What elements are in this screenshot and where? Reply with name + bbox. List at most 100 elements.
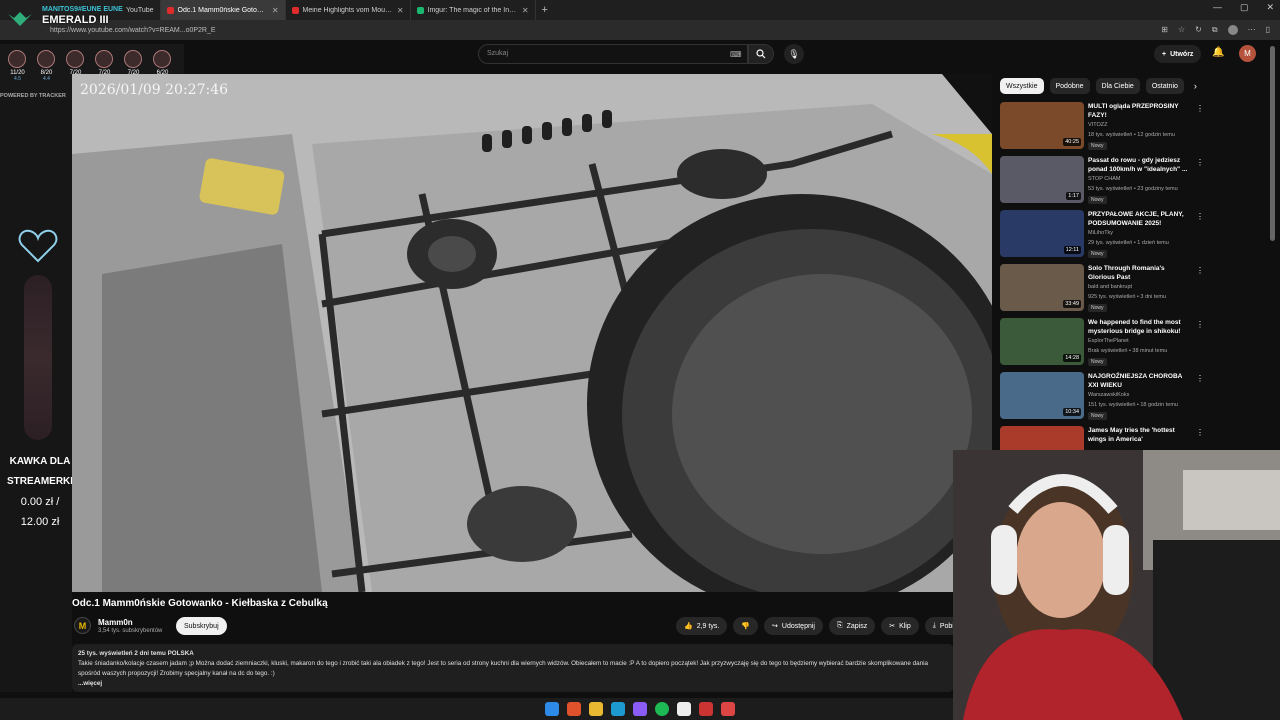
tab-label: Odc.1 Mamm0ńskie Gotowanko	[177, 6, 268, 14]
new-tab-button[interactable]: +	[536, 4, 554, 16]
recommendation-item[interactable]: 1:17 Passat do rowu - gdy jedziesz ponad …	[1000, 156, 1205, 210]
refresh-icon[interactable]: ↻	[1195, 25, 1202, 35]
more-options-icon[interactable]: ⋮	[1196, 212, 1204, 221]
edge-icon[interactable]	[611, 702, 625, 716]
champion-icon	[37, 50, 55, 68]
donation-amount: 0.00 zł / 12.00 zł	[4, 492, 76, 532]
tab-youtube[interactable]: YouTube	[120, 0, 161, 20]
video-thumbnail[interactable]: 10:34	[1000, 372, 1084, 419]
extensions-icon[interactable]: ⧉	[1212, 25, 1218, 35]
related-filter-chips: Wszystkie Podobne Dla Ciebie Ostatnio ›	[1000, 78, 1197, 94]
more-options-icon[interactable]: ⋮	[1196, 158, 1204, 167]
clip-button[interactable]: ✂ Klip	[881, 617, 919, 635]
thumbs-up-icon: 👍	[684, 623, 693, 630]
description-box[interactable]: 25 tys. wyświetleń 2 dni temu POLSKA Tak…	[72, 644, 954, 692]
keyboard-icon[interactable]: ⌨	[730, 50, 742, 59]
recommendation-title[interactable]: MULTI ogląda PRZEPROSINY FAZY!	[1088, 102, 1192, 120]
video-thumbnail[interactable]: 12:11	[1000, 210, 1084, 257]
more-options-icon[interactable]: ⋮	[1196, 374, 1204, 383]
sidebar-toggle-icon[interactable]: ▯	[1266, 25, 1270, 35]
close-window-icon[interactable]: ✕	[1266, 2, 1274, 13]
video-duration: 40:25	[1063, 138, 1081, 146]
install-icon[interactable]: ⊞	[1161, 25, 1168, 35]
more-options-icon[interactable]: ⋮	[1196, 266, 1204, 275]
minimize-icon[interactable]: —	[1213, 2, 1222, 13]
recommendation-item[interactable]: 10:34 NAJGROŹNIEJSZA CHOROBA XXI WIEKU War…	[1000, 372, 1205, 426]
recommendation-channel[interactable]: bald and bankrupt	[1088, 284, 1132, 290]
browser-tab-bar: YouTube Odc.1 Mamm0ńskie Gotowanko ✕ Mein…	[0, 0, 1280, 20]
donation-current: 0.00 zł /	[20, 496, 60, 508]
start-icon[interactable]	[545, 702, 559, 716]
more-options-icon[interactable]: ⋮	[1196, 104, 1204, 113]
champion-score: 4.5	[14, 76, 21, 82]
bookmark-star-icon[interactable]: ☆	[1178, 25, 1185, 35]
champion-icon	[95, 50, 113, 68]
recommendation-item[interactable]: 12:11 PRZYPAŁOWE AKCJE, PLANY, PODSUMOWAN…	[1000, 210, 1205, 264]
chip-for-you[interactable]: Dla Ciebie	[1095, 78, 1140, 94]
new-badge: Nowy	[1088, 142, 1107, 150]
screen: YouTube Odc.1 Mamm0ńskie Gotowanko ✕ Mein…	[0, 0, 1280, 720]
chip-recent[interactable]: Ostatnio	[1145, 78, 1184, 94]
voice-search-button[interactable]: 🎙	[784, 44, 804, 64]
channel-avatar[interactable]: M	[74, 617, 91, 634]
recommendation-title[interactable]: We happened to find the most mysterious …	[1088, 318, 1192, 336]
notion-icon[interactable]	[677, 702, 691, 716]
chip-related[interactable]: Podobne	[1049, 78, 1090, 94]
channel-name[interactable]: Mamm0n	[98, 618, 133, 627]
recommendation-title[interactable]: Solo Through Romania's Glorious Past	[1088, 264, 1192, 282]
create-button[interactable]: + Utwórz	[1154, 45, 1202, 63]
account-avatar[interactable]: M	[1239, 45, 1256, 62]
video-thumbnail[interactable]: 1:17	[1000, 156, 1084, 203]
browser-app-icon[interactable]	[567, 702, 581, 716]
recommendation-channel[interactable]: ExplorThePlanet	[1088, 338, 1129, 344]
recommendation-channel[interactable]: WarszawskiKoks	[1088, 392, 1129, 398]
close-tab-icon[interactable]: ✕	[522, 6, 529, 15]
like-button[interactable]: 👍 2,9 tys.	[676, 617, 728, 635]
recommendation-title[interactable]: NAJGROŹNIEJSZA CHOROBA XXI WIEKU	[1088, 372, 1192, 390]
spotify-icon[interactable]	[655, 702, 669, 716]
recommendation-title[interactable]: Passat do rowu - gdy jedziesz ponad 100k…	[1088, 156, 1192, 174]
video-timestamp-overlay: 2026/01/09 20:27:46	[80, 82, 229, 98]
tab-current-video[interactable]: Odc.1 Mamm0ńskie Gotowanko ✕	[160, 0, 286, 20]
chevron-right-icon[interactable]: ›	[1190, 81, 1197, 91]
menu-dots-icon[interactable]: ⋯	[1248, 25, 1256, 35]
recommendation-title[interactable]: PRZYPAŁOWE AKCJE, PLANY, PODSUMOWANIE 20…	[1088, 210, 1192, 228]
app-icon[interactable]	[699, 702, 713, 716]
notifications-bell-icon[interactable]: 🔔	[1212, 47, 1224, 58]
video-duration: 1:17	[1066, 192, 1081, 200]
folder-icon[interactable]	[589, 702, 603, 716]
tab-imgur[interactable]: Imgur: The magic of the Internet ✕	[411, 0, 536, 20]
recommendation-channel[interactable]: MiLihoTky	[1088, 230, 1113, 236]
video-thumbnail[interactable]: 40:25	[1000, 102, 1084, 149]
url-field[interactable]: https://www.youtube.com/watch?v=REAM...o…	[50, 27, 1161, 34]
tab-highlights[interactable]: Meine Highlights vom Mountain ✕	[286, 0, 411, 20]
recommendation-item[interactable]: 14:28 We happened to find the most myster…	[1000, 318, 1205, 372]
obs-icon[interactable]	[721, 702, 735, 716]
show-more-link[interactable]: ...więcej	[78, 679, 948, 689]
recommendation-item[interactable]: 40:25 MULTI ogląda PRZEPROSINY FAZY! VITOZ…	[1000, 102, 1205, 156]
save-button[interactable]: ⎘ Zapisz	[828, 617, 876, 635]
more-options-icon[interactable]: ⋮	[1196, 320, 1204, 329]
recommendation-channel[interactable]: VITOZZ	[1088, 122, 1107, 128]
recommendation-title[interactable]: James May tries the 'hottest wings in Am…	[1088, 426, 1192, 444]
subscribe-button[interactable]: Subskrybuj	[176, 617, 227, 635]
share-button[interactable]: ↪ Udostępnij	[764, 617, 823, 635]
recommendation-item[interactable]: 33:49 Solo Through Romania's Glorious Pas…	[1000, 264, 1205, 318]
video-thumbnail[interactable]: 33:49	[1000, 264, 1084, 311]
video-player[interactable]: 2026/01/09 20:27:46	[72, 74, 992, 592]
search-button[interactable]	[748, 44, 774, 64]
more-options-icon[interactable]: ⋮	[1196, 428, 1204, 437]
chip-all[interactable]: Wszystkie	[1000, 78, 1044, 94]
video-thumbnail[interactable]: 14:28	[1000, 318, 1084, 365]
dislike-button[interactable]: 👎	[733, 617, 759, 635]
search-input[interactable]: Szukaj	[478, 44, 748, 64]
discord-icon[interactable]	[633, 702, 647, 716]
close-tab-icon[interactable]: ✕	[397, 6, 404, 15]
profile-avatar[interactable]	[1227, 25, 1238, 35]
maximize-icon[interactable]: ▢	[1240, 2, 1249, 13]
page-scrollbar[interactable]	[1270, 46, 1275, 241]
like-count: 2,9 tys.	[696, 622, 720, 630]
close-tab-icon[interactable]: ✕	[272, 6, 279, 15]
recommendation-channel[interactable]: STOP CHAM	[1088, 176, 1121, 182]
overlay-summoner-name: MANITOS9#EUNE EUNE	[42, 6, 123, 13]
